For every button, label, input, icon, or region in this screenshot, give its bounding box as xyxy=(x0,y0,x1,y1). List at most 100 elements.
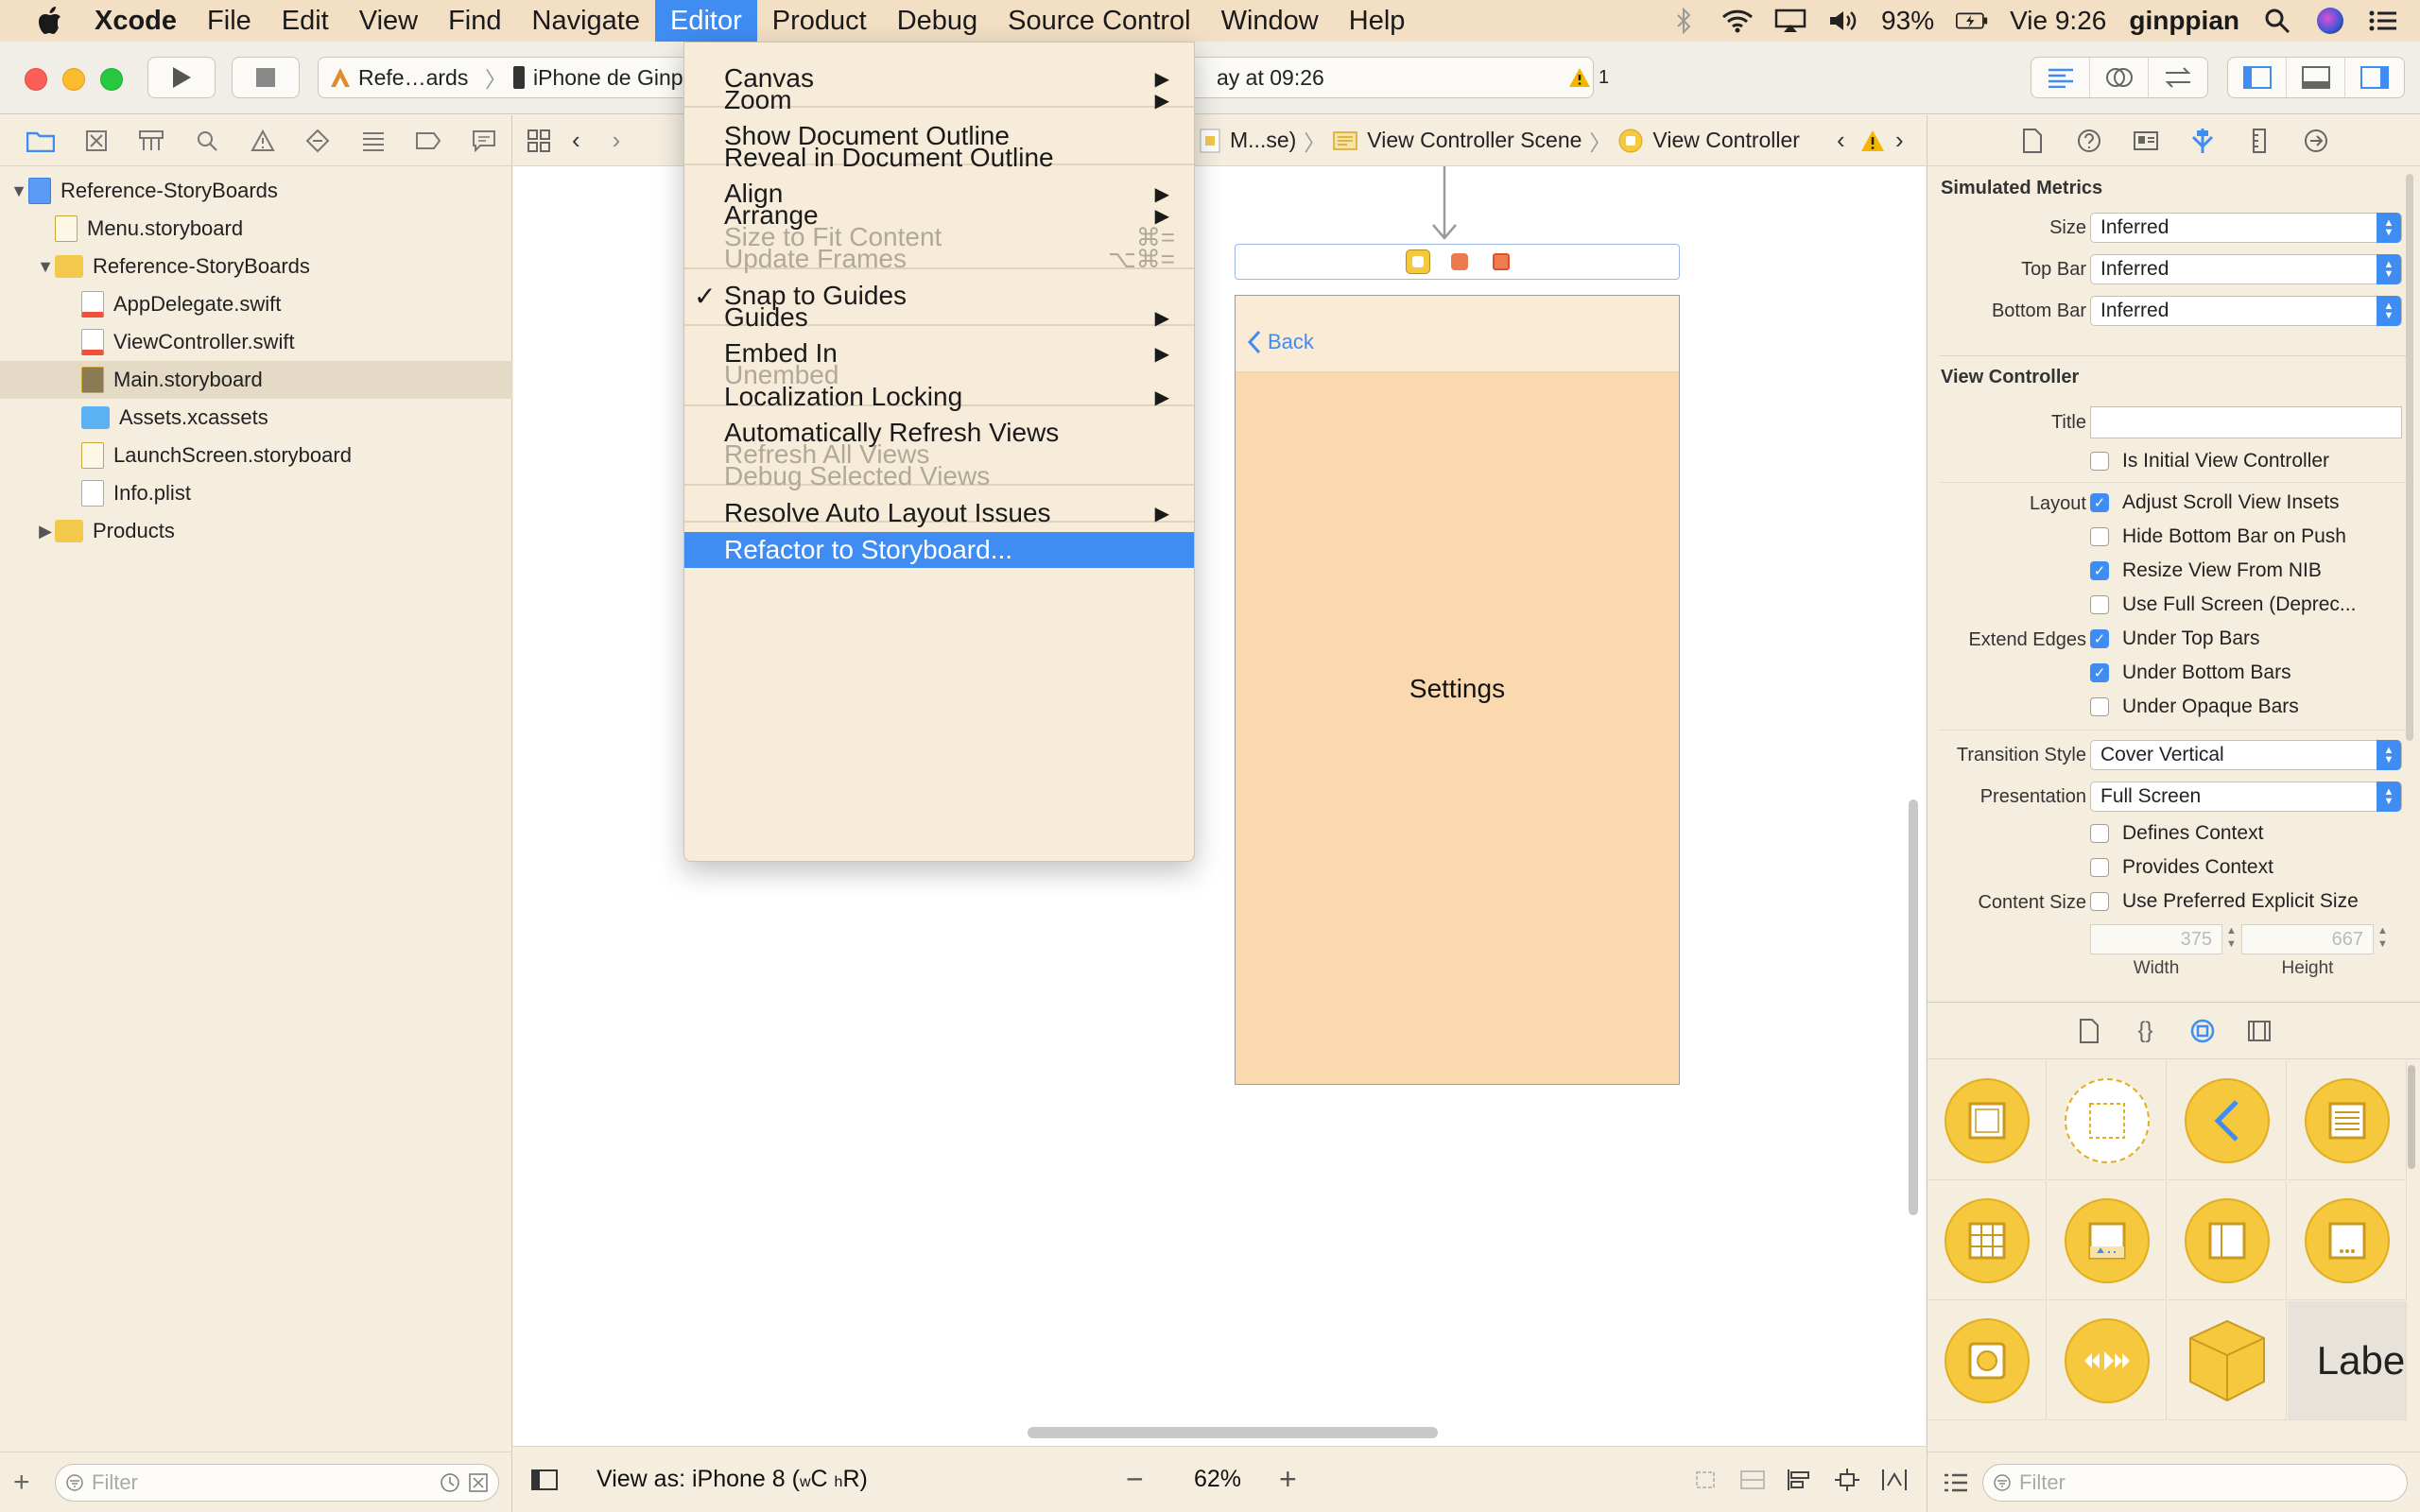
object-library-tab[interactable] xyxy=(2174,1019,2231,1043)
file-templates-tab[interactable] xyxy=(2061,1018,2118,1043)
volume-icon[interactable] xyxy=(1827,7,1859,35)
scheme-selector[interactable]: Refe…ards xyxy=(319,65,479,91)
menu-file[interactable]: File xyxy=(192,0,267,42)
spotlight-search-icon[interactable] xyxy=(2261,7,2293,35)
menu-app-name[interactable]: Xcode xyxy=(85,0,192,42)
library-item-glkit-view-controller[interactable] xyxy=(1927,1301,2047,1420)
library-filter-input[interactable]: Filter xyxy=(1982,1463,2408,1502)
connections-inspector-tab[interactable] xyxy=(2288,129,2344,153)
siri-icon[interactable] xyxy=(2314,7,2346,35)
add-file-icon[interactable]: + xyxy=(13,1467,30,1499)
breadcrumb-view-controller[interactable]: View Controller xyxy=(1652,128,1800,153)
menu-help[interactable]: Help xyxy=(1334,0,1421,42)
pin-constraints-icon[interactable] xyxy=(1833,1467,1861,1493)
notification-center-icon[interactable] xyxy=(2367,7,2399,35)
file-tree-row[interactable]: ▼ Reference-StoryBoards xyxy=(0,248,512,285)
menu-item-resolve-auto-layout-issues[interactable]: Resolve Auto Layout Issues ▶ xyxy=(684,496,1194,530)
navigator-filter-input[interactable]: Filter xyxy=(55,1463,499,1502)
zoom-out-icon[interactable]: − xyxy=(1126,1462,1144,1497)
disclosure-open-icon[interactable]: ▼ xyxy=(9,181,28,201)
canvas-vertical-scrollbar[interactable] xyxy=(1909,799,1918,1215)
size-popup[interactable]: Inferred ▲ ▼ xyxy=(2090,213,2402,243)
disclosure-closed-icon[interactable]: ▶ xyxy=(36,522,55,541)
source-control-tab[interactable] xyxy=(69,122,125,160)
back-button[interactable]: Back xyxy=(1247,330,1314,354)
clock[interactable]: Vie 9:26 xyxy=(2010,6,2106,36)
toggle-utilities-button[interactable] xyxy=(2345,58,2404,97)
report-navigator-tab[interactable] xyxy=(457,122,512,160)
breakpoint-navigator-tab[interactable] xyxy=(401,122,457,160)
transition-style-popup[interactable]: Cover Vertical ▲ ▼ xyxy=(2090,740,2402,770)
wifi-icon[interactable] xyxy=(1721,7,1754,35)
menu-window[interactable]: Window xyxy=(1206,0,1334,42)
exit-dock-icon[interactable] xyxy=(1492,253,1510,270)
use-full-screen-checkbox[interactable]: Use Full Screen (Deprec... xyxy=(2090,593,2356,616)
file-tree-row[interactable]: Assets.xcassets xyxy=(0,399,512,437)
standard-editor-button[interactable] xyxy=(2031,58,2090,97)
view-controller-scene[interactable]: Back Settings xyxy=(1235,295,1680,1085)
next-issue-icon[interactable]: › xyxy=(1895,126,1904,155)
identity-inspector-tab[interactable] xyxy=(2118,129,2174,152)
device-selector[interactable]: iPhone de Ginp xyxy=(512,65,683,91)
view-controller-dock-icon[interactable] xyxy=(1405,249,1430,274)
menu-edit[interactable]: Edit xyxy=(267,0,344,42)
under-top-bars-checkbox[interactable]: ✓ Under Top Bars xyxy=(2090,627,2260,650)
update-frames-icon[interactable] xyxy=(1691,1467,1720,1493)
battery-icon[interactable] xyxy=(1956,7,1988,35)
menu-navigate[interactable]: Navigate xyxy=(517,0,655,42)
zoom-level[interactable]: 62% xyxy=(1194,1466,1241,1493)
file-tree-row[interactable]: ▶ Products xyxy=(0,512,512,550)
menu-item-zoom[interactable]: Zoom ▶ xyxy=(684,83,1194,117)
title-field[interactable] xyxy=(2090,406,2402,438)
quick-help-tab[interactable] xyxy=(2061,129,2118,153)
user-name[interactable]: ginppian xyxy=(2129,6,2239,36)
breadcrumb-scene[interactable]: View Controller Scene xyxy=(1367,128,1582,153)
menu-find[interactable]: Find xyxy=(433,0,516,42)
library-item-table-view-controller[interactable] xyxy=(2288,1061,2407,1180)
menu-item-refactor-to-storyboard[interactable]: Refactor to Storyboard... xyxy=(684,532,1194,568)
minimize-window-button[interactable] xyxy=(62,68,85,91)
media-library-tab[interactable] xyxy=(2231,1020,2288,1042)
library-item-view-controller[interactable] xyxy=(1927,1061,2047,1180)
version-editor-button[interactable] xyxy=(2149,58,2207,97)
forward-history-icon[interactable]: › xyxy=(613,126,621,155)
view-as-device-button[interactable]: View as: iPhone 8 (wC hR) xyxy=(596,1466,868,1493)
adjust-scroll-checkbox[interactable]: ✓ Adjust Scroll View Insets xyxy=(2090,491,2340,514)
file-tree-row[interactable]: AppDelegate.swift xyxy=(0,285,512,323)
library-item-collection-view-controller[interactable] xyxy=(1927,1181,2047,1300)
run-button[interactable] xyxy=(147,57,216,98)
back-history-icon[interactable]: ‹ xyxy=(572,126,580,155)
attributes-inspector-tab[interactable] xyxy=(2174,128,2231,154)
library-item-page-view-controller[interactable] xyxy=(2288,1181,2407,1300)
file-tree-row[interactable]: Info.plist xyxy=(0,474,512,512)
symbol-navigator-tab[interactable] xyxy=(124,122,180,160)
menu-editor[interactable]: Editor xyxy=(654,0,757,42)
menu-item-guides[interactable]: Guides ▶ xyxy=(684,301,1194,335)
resolve-issues-icon[interactable] xyxy=(1880,1467,1909,1493)
preferred-size-checkbox[interactable]: Use Preferred Explicit Size xyxy=(2090,890,2359,913)
library-item-split-view-controller[interactable] xyxy=(2168,1181,2287,1300)
library-item-object[interactable] xyxy=(2168,1301,2287,1420)
width-stepper-icon[interactable]: ▲ ▼ xyxy=(2226,924,2237,951)
menu-item-reveal-in-document-outline[interactable]: Reveal in Document Outline xyxy=(684,141,1194,175)
size-inspector-tab[interactable] xyxy=(2231,128,2288,154)
file-tree-row[interactable]: ViewController.swift xyxy=(0,323,512,361)
width-field[interactable]: 375 xyxy=(2090,924,2222,954)
scene-dock[interactable] xyxy=(1235,244,1680,280)
bluetooth-icon[interactable] xyxy=(1668,7,1701,35)
library-item-label[interactable]: Labe xyxy=(2288,1301,2407,1420)
file-tree-row[interactable]: Main.storyboard xyxy=(0,361,512,399)
library-item-storyboard-reference[interactable] xyxy=(2048,1061,2167,1180)
related-items-icon[interactable] xyxy=(527,129,551,153)
canvas-horizontal-scrollbar[interactable] xyxy=(1028,1427,1438,1438)
top-bar-popup[interactable]: Inferred ▲ ▼ xyxy=(2090,254,2402,284)
inspector-scrollbar[interactable] xyxy=(2406,174,2413,741)
menu-product[interactable]: Product xyxy=(757,0,882,42)
code-snippets-tab[interactable]: {} xyxy=(2118,1018,2174,1044)
toggle-navigator-button[interactable] xyxy=(2228,58,2287,97)
height-stepper-icon[interactable]: ▲ ▼ xyxy=(2377,924,2388,951)
close-window-button[interactable] xyxy=(25,68,47,91)
menu-view[interactable]: View xyxy=(344,0,433,42)
document-outline-toggle-icon[interactable] xyxy=(530,1469,559,1491)
zoom-window-button[interactable] xyxy=(100,68,123,91)
